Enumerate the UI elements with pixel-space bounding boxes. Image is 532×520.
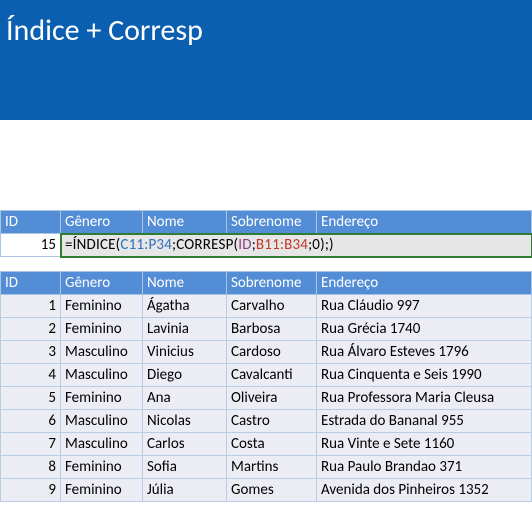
- cell-nome[interactable]: Carlos: [143, 433, 227, 456]
- cell-genero[interactable]: Feminino: [61, 387, 143, 410]
- cell-id[interactable]: 3: [1, 341, 61, 364]
- cell-sobrenome[interactable]: Barbosa: [227, 318, 317, 341]
- formula-row: 15 =ÍNDICE(C11:P34;CORRESP(ID;B11:B34;0)…: [1, 234, 532, 257]
- data-table: ID Gênero Nome Sobrenome Endereço 1Femin…: [0, 271, 532, 502]
- cell-genero[interactable]: Masculino: [61, 364, 143, 387]
- cell-id[interactable]: 2: [1, 318, 61, 341]
- cell-genero[interactable]: Masculino: [61, 410, 143, 433]
- formula-part: ;CORRESP(: [172, 236, 238, 254]
- cell-genero[interactable]: Feminino: [61, 295, 143, 318]
- cell-sobrenome[interactable]: Costa: [227, 433, 317, 456]
- cell-sobrenome[interactable]: Gomes: [227, 479, 317, 502]
- table-row: 2FemininoLaviniaBarbosaRua Grécia 1740: [1, 318, 532, 341]
- header-nome[interactable]: Nome: [143, 272, 227, 295]
- cell-sobrenome[interactable]: Cardoso: [227, 341, 317, 364]
- cell-genero[interactable]: Masculino: [61, 341, 143, 364]
- formula-keyword: ID: [238, 236, 251, 254]
- header-endereco[interactable]: Endereço: [317, 272, 532, 295]
- header-endereco[interactable]: Endereço: [317, 211, 532, 234]
- cell-endereco[interactable]: Rua Paulo Brandao 371: [317, 456, 532, 479]
- cell-sobrenome[interactable]: Oliveira: [227, 387, 317, 410]
- formula-cell[interactable]: =ÍNDICE(C11:P34;CORRESP(ID;B11:B34;0);): [61, 234, 532, 257]
- cell-id[interactable]: 9: [1, 479, 61, 502]
- cell-endereco[interactable]: Rua Cláudio 997: [317, 295, 532, 318]
- cell-nome[interactable]: Ana: [143, 387, 227, 410]
- table-row: 8FemininoSofiaMartinsRua Paulo Brandao 3…: [1, 456, 532, 479]
- table-row: 4MasculinoDiegoCavalcantiRua Cinquenta e…: [1, 364, 532, 387]
- header-id[interactable]: ID: [1, 272, 61, 295]
- data-header-row: ID Gênero Nome Sobrenome Endereço: [1, 272, 532, 295]
- formula-part: =ÍNDICE(: [65, 236, 120, 254]
- cell-nome[interactable]: Vinicius: [143, 341, 227, 364]
- gap: [0, 257, 532, 271]
- cell-nome[interactable]: Nicolas: [143, 410, 227, 433]
- cell-nome[interactable]: Diego: [143, 364, 227, 387]
- cell-id[interactable]: 1: [1, 295, 61, 318]
- cell-endereco[interactable]: Rua Cinquenta e Seis 1990: [317, 364, 532, 387]
- table-row: 6MasculinoNicolasCastroEstrada do Banana…: [1, 410, 532, 433]
- header-genero[interactable]: Gênero: [61, 272, 143, 295]
- header-genero[interactable]: Gênero: [61, 211, 143, 234]
- cell-nome[interactable]: Ágatha: [143, 295, 227, 318]
- header-sobrenome[interactable]: Sobrenome: [227, 211, 317, 234]
- table-row: 5FemininoAnaOliveiraRua Professora Maria…: [1, 387, 532, 410]
- cell-id[interactable]: 8: [1, 456, 61, 479]
- table-row: 1FemininoÁgathaCarvalhoRua Cláudio 997: [1, 295, 532, 318]
- header-sobrenome[interactable]: Sobrenome: [227, 272, 317, 295]
- page-title: Índice + Corresp: [6, 12, 203, 49]
- cell-endereco[interactable]: Rua Grécia 1740: [317, 318, 532, 341]
- formula-part: ;0);): [308, 236, 334, 254]
- cell-sobrenome[interactable]: Castro: [227, 410, 317, 433]
- header-nome[interactable]: Nome: [143, 211, 227, 234]
- cell-genero[interactable]: Feminino: [61, 318, 143, 341]
- header-id[interactable]: ID: [1, 211, 61, 234]
- cell-endereco[interactable]: Rua Vinte e Sete 1160: [317, 433, 532, 456]
- cell-nome[interactable]: Júlia: [143, 479, 227, 502]
- table-row: 9FemininoJúliaGomesAvenida dos Pinheiros…: [1, 479, 532, 502]
- lookup-header-row: ID Gênero Nome Sobrenome Endereço: [1, 211, 532, 234]
- spacer: [0, 120, 532, 210]
- cell-genero[interactable]: Masculino: [61, 433, 143, 456]
- cell-genero[interactable]: Feminino: [61, 479, 143, 502]
- cell-endereco[interactable]: Rua Álvaro Esteves 1796: [317, 341, 532, 364]
- cell-endereco[interactable]: Estrada do Bananal 955: [317, 410, 532, 433]
- cell-id[interactable]: 6: [1, 410, 61, 433]
- cell-id[interactable]: 4: [1, 364, 61, 387]
- table-row: 3MasculinoViniciusCardosoRua Álvaro Este…: [1, 341, 532, 364]
- cell-nome[interactable]: Sofia: [143, 456, 227, 479]
- cell-sobrenome[interactable]: Carvalho: [227, 295, 317, 318]
- cell-endereco[interactable]: Rua Professora Maria Cleusa: [317, 387, 532, 410]
- page-title-banner: Índice + Corresp: [0, 0, 532, 120]
- table-row: 7MasculinoCarlosCostaRua Vinte e Sete 11…: [1, 433, 532, 456]
- formula-range2: B11:B34: [256, 236, 308, 254]
- cell-sobrenome[interactable]: Martins: [227, 456, 317, 479]
- formula-range1: C11:P34: [120, 236, 172, 254]
- cell-genero[interactable]: Feminino: [61, 456, 143, 479]
- cell-id[interactable]: 7: [1, 433, 61, 456]
- lookup-table: ID Gênero Nome Sobrenome Endereço 15 =ÍN…: [0, 210, 532, 257]
- cell-id[interactable]: 5: [1, 387, 61, 410]
- lookup-id-cell[interactable]: 15: [1, 234, 61, 257]
- cell-nome[interactable]: Lavinia: [143, 318, 227, 341]
- cell-endereco[interactable]: Avenida dos Pinheiros 1352: [317, 479, 532, 502]
- cell-sobrenome[interactable]: Cavalcanti: [227, 364, 317, 387]
